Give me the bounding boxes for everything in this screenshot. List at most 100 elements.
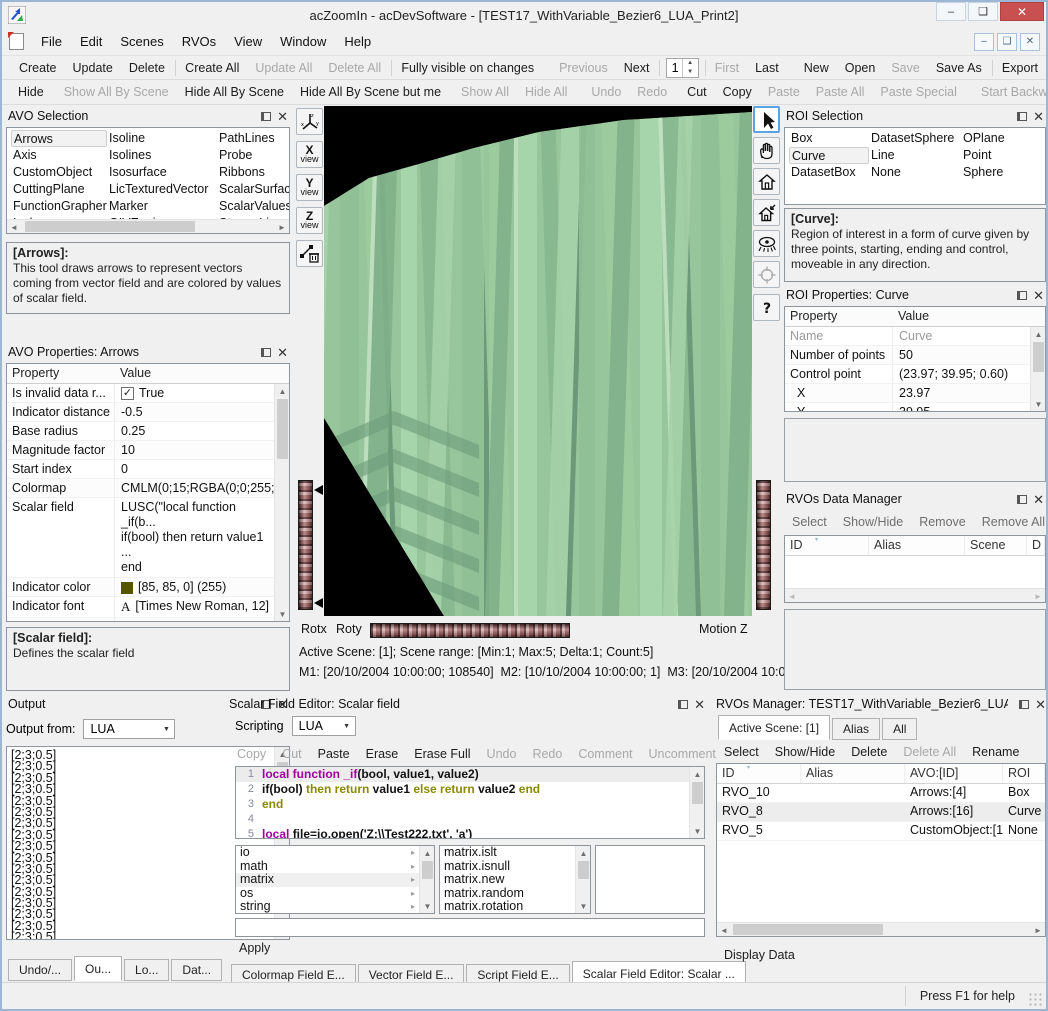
scroll-thumb[interactable]	[422, 861, 433, 879]
resize-grip[interactable]	[1029, 993, 1043, 1007]
roi-properties-float-icon[interactable]	[1017, 291, 1027, 300]
code-editor-vscrollbar[interactable]: ▲ ▼	[689, 767, 704, 838]
dock-tab-ou[interactable]: Ou...	[74, 956, 122, 981]
roi-selection-close-icon[interactable]: ✕	[1033, 112, 1044, 121]
roi-item-curve[interactable]: Curve	[789, 147, 869, 164]
roi-item-none[interactable]: None	[869, 164, 961, 181]
scroll-up-arrow[interactable]: ▲	[690, 767, 705, 781]
toolbar1-scene-spinner[interactable]: 1▲▼	[666, 58, 699, 78]
scripting-lang-dropdown[interactable]: LUA ▼	[292, 716, 356, 736]
rvos-data-manager-close-icon[interactable]: ✕	[1033, 495, 1044, 504]
help-button[interactable]: ?	[753, 294, 780, 321]
column-header-id[interactable]: ID	[717, 764, 801, 783]
toolbar2-cut-button[interactable]: Cut	[679, 85, 714, 99]
roty-thumbwheel[interactable]	[370, 623, 570, 638]
checkbox-icon[interactable]: ✓	[121, 387, 134, 400]
rvos-data-select-button[interactable]: Select	[784, 515, 835, 529]
toolbar2-redo-button[interactable]: Redo	[629, 85, 675, 99]
function-item-matrix-islt[interactable]: matrix.islt	[440, 846, 575, 860]
scroll-up-arrow[interactable]: ▲	[420, 846, 435, 860]
property-value[interactable]: ✓True	[115, 384, 274, 402]
toolbar1-last-button[interactable]: Last	[747, 61, 787, 75]
avo-item-arrows[interactable]: Arrows	[11, 130, 107, 147]
menu-window[interactable]: Window	[271, 34, 335, 49]
editor-erase-button[interactable]: Erase	[358, 747, 407, 761]
property-value[interactable]: Curve	[893, 327, 1030, 345]
property-value[interactable]: 39.95	[893, 403, 1030, 412]
module-item-math[interactable]: math▸	[236, 860, 419, 874]
property-value[interactable]: 0	[115, 460, 274, 478]
toolbar2-hide-all-by-scene-but-me-button[interactable]: Hide All By Scene but me	[292, 85, 449, 99]
menu-view[interactable]: View	[225, 34, 271, 49]
avo-item-isoline[interactable]: Isoline	[107, 130, 217, 147]
rvos-data-remove-button[interactable]: Remove	[911, 515, 974, 529]
toolbar1-new-button[interactable]: New	[796, 61, 837, 75]
column-header-id[interactable]: ID	[785, 536, 869, 555]
rvo-row-rvo-5[interactable]: RVO_5CustomObject:[1]None	[717, 822, 1045, 841]
scroll-down-arrow[interactable]: ▼	[420, 899, 435, 913]
editor-copy-button[interactable]: Copy	[229, 747, 274, 761]
property-value[interactable]: -0.5	[115, 403, 274, 421]
toolbar2-hide-all-button[interactable]: Hide All	[517, 85, 575, 99]
mdi-minimize-button[interactable]: –	[974, 33, 994, 51]
property-value[interactable]: 23.97	[893, 384, 1030, 402]
avo-selection-hscrollbar[interactable]: ◄ ►	[7, 219, 289, 233]
scroll-thumb[interactable]	[1033, 342, 1044, 372]
mdi-close-button[interactable]: ✕	[1020, 33, 1040, 51]
menu-edit[interactable]: Edit	[71, 34, 111, 49]
roi-selection-float-icon[interactable]	[1017, 112, 1027, 121]
right-thumbwheel[interactable]	[756, 480, 771, 610]
rvos-manager-delete-all-button[interactable]: Delete All	[895, 745, 964, 759]
module-item-matrix[interactable]: matrix▸	[236, 873, 419, 887]
property-value[interactable]: 50	[893, 346, 1030, 364]
column-header-alias[interactable]: Alias	[869, 536, 965, 555]
function-item-matrix-random[interactable]: matrix.random	[440, 887, 575, 901]
property-value[interactable]: M3!Velocity	[115, 618, 274, 622]
rvos-manager-delete-button[interactable]: Delete	[843, 745, 895, 759]
editor-paste-button[interactable]: Paste	[310, 747, 358, 761]
column-header-scene[interactable]: Scene	[965, 536, 1027, 555]
view-all-button[interactable]	[753, 230, 780, 257]
editor-redo-button[interactable]: Redo	[524, 747, 570, 761]
column-header-roi[interactable]: ROI	[1003, 764, 1045, 783]
toolbar-grip[interactable]	[6, 60, 7, 76]
rvos-manager-close-icon[interactable]: ✕	[1035, 700, 1046, 709]
roi-item-sphere[interactable]: Sphere	[961, 164, 1031, 181]
rvos-data-manager-hscrollbar[interactable]: ◄ ►	[785, 588, 1045, 602]
scroll-down-arrow[interactable]: ▼	[1031, 397, 1046, 411]
toolbar1-save-button[interactable]: Save	[883, 61, 928, 75]
scroll-thumb[interactable]	[25, 221, 195, 232]
pointer-select-button[interactable]	[753, 106, 780, 133]
code-line[interactable]: 1local function _if(bool, value1, value2…	[236, 767, 689, 782]
home-view-button[interactable]	[753, 168, 780, 195]
avo-item-marker[interactable]: Marker	[107, 198, 217, 215]
toolbar-grip[interactable]	[791, 60, 792, 76]
toolbar2-start-backward-button[interactable]: Start Backward	[973, 85, 1046, 99]
scroll-up-arrow[interactable]: ▲	[1031, 327, 1046, 341]
dock-tab-dat[interactable]: Dat...	[171, 959, 222, 981]
toolbar1-export-button[interactable]: Export	[994, 61, 1046, 75]
rvos-tab-all[interactable]: All	[882, 718, 917, 740]
code-line[interactable]: 2if(bool) then return value1 else return…	[236, 782, 689, 797]
avo-item-isolines[interactable]: Isolines	[107, 147, 217, 164]
dock-tab-lo[interactable]: Lo...	[124, 959, 169, 981]
viewport-3d[interactable]	[324, 106, 752, 616]
code-line[interactable]: 4	[236, 812, 689, 827]
avo-item-probe[interactable]: Probe	[217, 147, 289, 164]
toolbar1-open-button[interactable]: Open	[837, 61, 884, 75]
avo-item-axis[interactable]: Axis	[11, 147, 107, 164]
toolbar1-update-all-button[interactable]: Update All	[247, 61, 320, 75]
toolbar1-previous-button[interactable]: Previous	[551, 61, 616, 75]
roty-label[interactable]: Roty	[336, 622, 362, 636]
menu-help[interactable]: Help	[335, 34, 380, 49]
roi-item-box[interactable]: Box	[789, 130, 869, 147]
toolbar1-next-button[interactable]: Next	[616, 61, 658, 75]
editor-cut-button[interactable]: Cut	[274, 747, 309, 761]
roi-item-point[interactable]: Point	[961, 147, 1031, 164]
apply-button[interactable]: Apply	[239, 941, 270, 955]
toolbar1-save-as-button[interactable]: Save As	[928, 61, 990, 75]
avo-item-customobject[interactable]: CustomObject	[11, 164, 107, 181]
rvos-manager-float-icon[interactable]	[1019, 700, 1029, 709]
avo-properties-vscrollbar[interactable]: ▲ ▼	[274, 384, 289, 621]
avo-item-functiongrapher[interactable]: FunctionGrapher	[11, 198, 107, 215]
